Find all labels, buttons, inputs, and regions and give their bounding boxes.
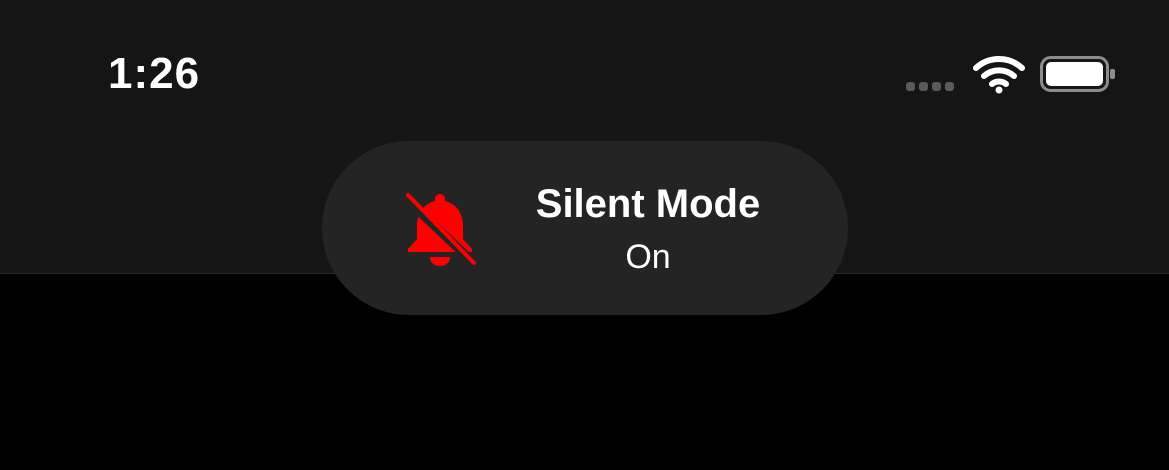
signal-bar: [919, 82, 928, 91]
silent-mode-toast: [322, 141, 848, 315]
signal-bar: [945, 82, 954, 91]
cellular-signal-icon: [906, 82, 954, 91]
wifi-icon: [973, 56, 1025, 94]
signal-bar: [932, 82, 941, 91]
toast-title: Silent Mode: [535, 182, 761, 226]
bell-slash-icon: [404, 193, 476, 267]
status-bar-time: 1:26: [108, 49, 201, 98]
battery-icon: [1040, 56, 1115, 92]
toast-subtitle: On: [625, 238, 671, 276]
signal-bar: [906, 82, 915, 91]
screen: 1:26 Silent Mode On: [0, 0, 1169, 470]
